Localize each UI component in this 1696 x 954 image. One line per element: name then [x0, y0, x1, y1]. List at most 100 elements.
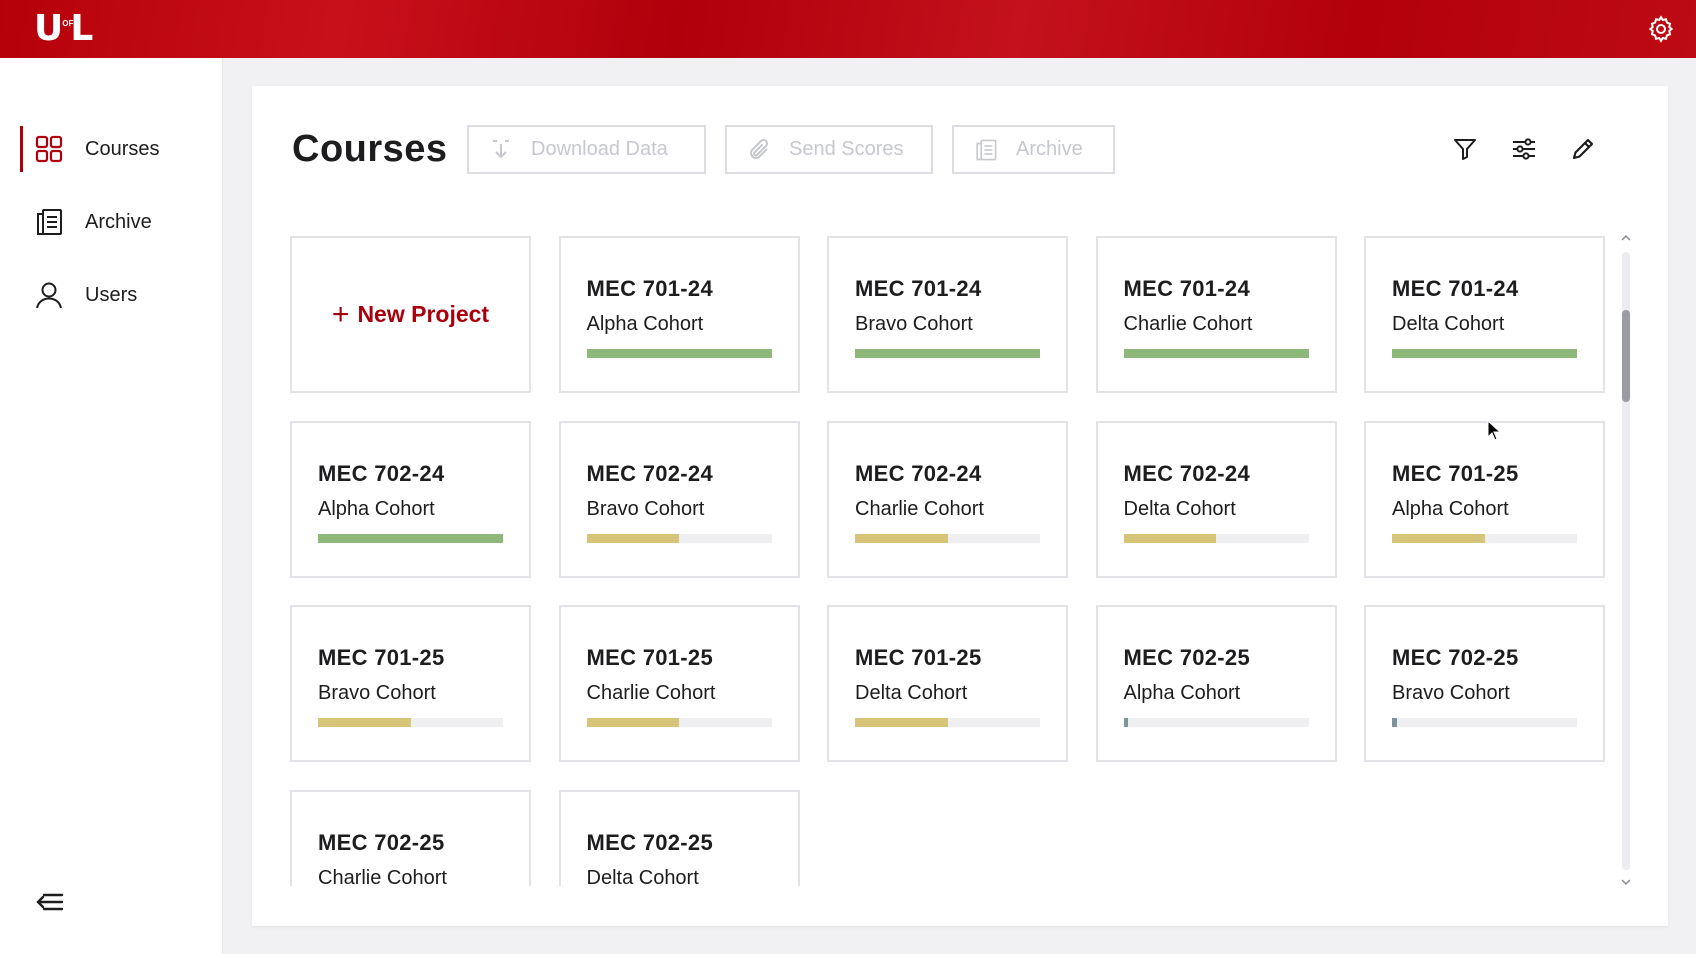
progress-bar-fill — [586, 533, 679, 543]
edit-icon[interactable] — [1568, 134, 1598, 164]
archive-button[interactable]: Archive — [952, 125, 1115, 174]
course-card[interactable]: MEC 701-24 Delta Cohort — [1364, 236, 1605, 393]
progress-bar-fill — [1123, 718, 1129, 727]
progress-bar-fill — [1392, 349, 1577, 358]
progress-bar-fill — [855, 718, 948, 727]
course-card[interactable]: MEC 702-24 Bravo Cohort — [558, 420, 800, 578]
course-cohort: Charlie Cohort — [318, 866, 447, 887]
archive-label: Archive — [1016, 138, 1083, 160]
send-scores-button[interactable]: Send Scores — [725, 125, 933, 174]
course-card[interactable]: MEC 701-24 Alpha Cohort — [558, 236, 800, 393]
progress-bar — [1123, 349, 1309, 358]
progress-bar — [1392, 718, 1577, 727]
course-card[interactable]: MEC 701-25 Bravo Cohort — [290, 605, 531, 762]
user-icon — [36, 282, 62, 309]
course-card[interactable]: MEC 701-25 Delta Cohort — [827, 605, 1068, 762]
course-cohort: Delta Cohort — [1392, 313, 1505, 335]
send-scores-label: Send Scores — [789, 138, 904, 160]
course-code: MEC 702-24 — [586, 460, 714, 486]
scroll-up-icon[interactable] — [1618, 232, 1634, 244]
course-card[interactable]: MEC 701-25 Alpha Cohort — [1364, 420, 1605, 578]
sidebar-item-label: Archive — [85, 210, 152, 233]
progress-bar — [1123, 718, 1309, 727]
sidebar-item-courses[interactable]: Courses — [0, 124, 223, 174]
course-cohort: Charlie Cohort — [1123, 313, 1253, 335]
progress-bar — [1123, 533, 1309, 543]
course-card[interactable]: MEC 702-25 Delta Cohort — [558, 789, 800, 887]
progress-bar-fill — [1392, 533, 1485, 543]
new-project-label: New Project — [357, 301, 490, 327]
grid-icon — [35, 135, 63, 163]
course-card[interactable]: MEC 701-25 Charlie Cohort — [558, 605, 800, 762]
progress-bar — [318, 718, 503, 727]
course-code: MEC 702-24 — [1123, 460, 1251, 486]
course-cohort: Charlie Cohort — [855, 497, 984, 520]
progress-bar — [586, 533, 772, 543]
course-card[interactable]: MEC 702-24 Delta Cohort — [1095, 420, 1337, 578]
logo-letter-l: L — [70, 8, 94, 49]
sidebar-item-label: Users — [85, 283, 138, 306]
scroll-down-icon[interactable] — [1618, 876, 1634, 888]
course-cohort: Bravo Cohort — [855, 313, 973, 335]
logo-of: OF — [62, 19, 74, 28]
progress-bar-fill — [1123, 533, 1216, 543]
course-code: MEC 702-25 — [1392, 645, 1519, 670]
progress-bar-fill — [318, 533, 503, 543]
sidebar-item-archive[interactable]: Archive — [0, 197, 223, 247]
progress-bar — [855, 349, 1040, 358]
course-cohort: Delta Cohort — [855, 682, 968, 704]
progress-bar-fill — [1392, 718, 1397, 727]
course-card[interactable]: MEC 702-25 Alpha Cohort — [1095, 605, 1337, 762]
course-code: MEC 701-24 — [1392, 276, 1519, 301]
new-project-card[interactable]: + New Project — [290, 236, 531, 393]
course-card[interactable]: MEC 702-24 Alpha Cohort — [290, 420, 531, 578]
course-code: MEC 702-25 — [1123, 645, 1251, 670]
course-code: MEC 701-24 — [855, 276, 982, 301]
progress-bar — [586, 718, 772, 727]
page-title: Courses — [292, 128, 448, 170]
university-logo[interactable]: U OF L — [34, 8, 94, 49]
course-card[interactable]: MEC 702-24 Charlie Cohort — [827, 420, 1068, 578]
sidebar-item-users[interactable]: Users — [0, 270, 223, 320]
course-code: MEC 702-24 — [855, 460, 982, 486]
download-data-button[interactable]: Download Data — [467, 125, 706, 174]
plus-icon: + — [331, 297, 350, 331]
scrollbar-thumb[interactable] — [1622, 310, 1630, 402]
new-project-button[interactable]: + New Project — [331, 297, 490, 331]
download-data-label: Download Data — [531, 138, 668, 160]
course-card[interactable]: MEC 701-24 Charlie Cohort — [1095, 236, 1337, 393]
paperclip-icon — [750, 138, 769, 159]
mouse-cursor-icon — [1487, 420, 1501, 441]
course-code: MEC 701-24 — [1123, 276, 1251, 301]
courses-grid: + New Project MEC 701-24 Alpha Cohort MEC … — [290, 236, 1630, 886]
progress-bar — [1392, 349, 1577, 358]
course-cohort: Delta Cohort — [586, 866, 699, 887]
archive-icon — [37, 209, 62, 235]
progress-bar — [855, 718, 1040, 727]
course-code: MEC 701-25 — [1392, 460, 1519, 486]
progress-bar — [855, 533, 1040, 543]
course-card[interactable]: MEC 701-24 Bravo Cohort — [827, 236, 1068, 393]
course-card[interactable]: MEC 702-25 Charlie Cohort — [290, 789, 531, 887]
progress-bar — [1392, 533, 1577, 543]
course-cohort: Charlie Cohort — [586, 682, 716, 704]
course-cohort: Bravo Cohort — [586, 497, 705, 520]
collapse-menu-icon[interactable] — [34, 890, 64, 914]
course-code: MEC 702-24 — [318, 460, 445, 486]
progress-bar-fill — [855, 349, 1040, 358]
filter-icon[interactable] — [1450, 134, 1480, 164]
course-cohort: Alpha Cohort — [1123, 682, 1241, 704]
course-code: MEC 702-25 — [586, 829, 714, 855]
download-icon — [493, 139, 509, 158]
archive-icon — [976, 139, 997, 160]
course-code: MEC 702-25 — [318, 829, 445, 855]
sidebar: Courses Archive Users — [0, 58, 223, 954]
course-card[interactable]: MEC 702-25 Bravo Cohort — [1364, 605, 1605, 762]
course-code: MEC 701-24 — [586, 276, 714, 301]
progress-bar-fill — [586, 349, 772, 358]
progress-bar-fill — [586, 718, 679, 727]
sliders-icon[interactable] — [1509, 134, 1539, 164]
courses-panel: Courses Download Data Send Scores Archiv… — [252, 86, 1668, 926]
course-cohort: Alpha Cohort — [318, 497, 435, 520]
gear-icon[interactable] — [1646, 14, 1676, 44]
